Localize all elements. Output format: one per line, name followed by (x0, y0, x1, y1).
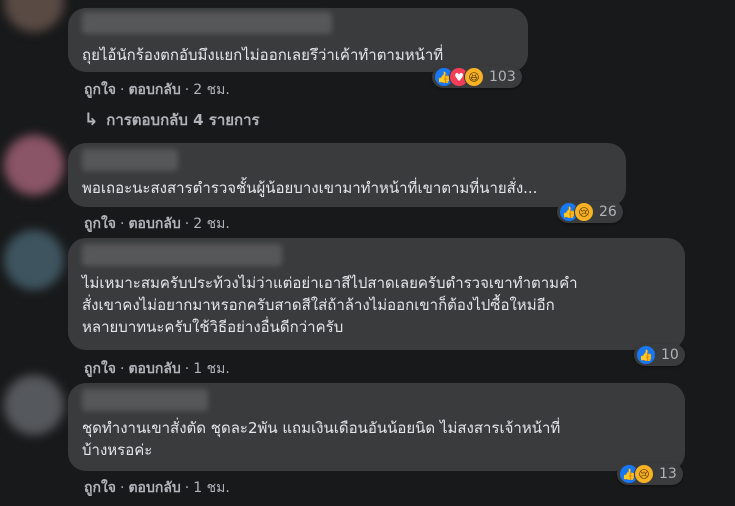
avatar[interactable] (4, 375, 64, 435)
reply-link[interactable]: ตอบกลับ (128, 82, 180, 98)
comment-text: ไม่เหมาะสมครับประท้วงไม่ว่าแต่อย่าเอาสีไ… (82, 274, 578, 336)
comment-text: ถุยไอ้นักร้องตกอับมึงแยกไม่ออกเลยรึว่าเค… (82, 46, 444, 64)
sad-icon: 😢 (634, 464, 654, 484)
reaction-summary[interactable]: 👍 10 (634, 344, 685, 366)
haha-icon: 😆 (464, 67, 484, 87)
reaction-count: 10 (661, 347, 679, 363)
avatar[interactable] (4, 135, 64, 195)
redacted-author-name[interactable] (82, 12, 332, 34)
comment-actions: ถูกใจ · ตอบกลับ · 1 ชม. (84, 480, 230, 496)
view-replies-link[interactable]: ↳ การตอบกลับ 4 รายการ (84, 108, 260, 132)
reaction-summary[interactable]: 👍 😢 26 (557, 201, 623, 223)
comment-actions: ถูกใจ · ตอบกลับ · 2 ชม. (84, 82, 230, 98)
reaction-count: 13 (659, 466, 677, 482)
like-link[interactable]: ถูกใจ (84, 480, 116, 496)
reply-link[interactable]: ตอบกลับ (128, 216, 180, 232)
avatar[interactable] (4, 0, 64, 32)
redacted-author-name[interactable] (82, 389, 208, 411)
redacted-author-name[interactable] (82, 244, 282, 266)
comment-bubble: ไม่เหมาะสมครับประท้วงไม่ว่าแต่อย่าเอาสีไ… (68, 238, 685, 350)
timestamp[interactable]: 2 ชม. (193, 216, 230, 232)
like-link[interactable]: ถูกใจ (84, 82, 116, 98)
comment-bubble: ถุยไอ้นักร้องตกอับมึงแยกไม่ออกเลยรึว่าเค… (68, 8, 528, 72)
comment-bubble: ชุดทำงานเขาสั่งตัด ชุดละ2พัน แถมเงินเดือ… (68, 383, 685, 471)
comment-text: ชุดทำงานเขาสั่งตัด ชุดละ2พัน แถมเงินเดือ… (82, 419, 561, 459)
timestamp[interactable]: 2 ชม. (193, 82, 230, 98)
like-link[interactable]: ถูกใจ (84, 216, 116, 232)
comment-text: พอเถอะนะสงสารตำรวจชั้นผู้น้อยบางเขามาทำห… (82, 179, 538, 197)
comment-actions: ถูกใจ · ตอบกลับ · 1 ชม. (84, 361, 230, 377)
reaction-summary[interactable]: 👍 ♥ 😆 103 (432, 66, 522, 88)
redacted-author-name[interactable] (82, 149, 178, 171)
replies-label: การตอบกลับ 4 รายการ (106, 111, 260, 129)
reaction-count: 103 (489, 69, 516, 85)
reaction-summary[interactable]: 👍 😢 13 (617, 463, 683, 485)
timestamp[interactable]: 1 ชม. (193, 480, 230, 496)
timestamp[interactable]: 1 ชม. (193, 361, 230, 377)
reaction-count: 26 (599, 204, 617, 220)
reply-arrow-icon: ↳ (84, 110, 99, 130)
avatar[interactable] (4, 230, 64, 290)
comment-bubble: พอเถอะนะสงสารตำรวจชั้นผู้น้อยบางเขามาทำห… (68, 143, 626, 207)
reply-link[interactable]: ตอบกลับ (128, 361, 180, 377)
like-link[interactable]: ถูกใจ (84, 361, 116, 377)
reply-link[interactable]: ตอบกลับ (128, 480, 180, 496)
comment-actions: ถูกใจ · ตอบกลับ · 2 ชม. (84, 216, 230, 232)
like-icon: 👍 (636, 345, 656, 365)
sad-icon: 😢 (574, 202, 594, 222)
